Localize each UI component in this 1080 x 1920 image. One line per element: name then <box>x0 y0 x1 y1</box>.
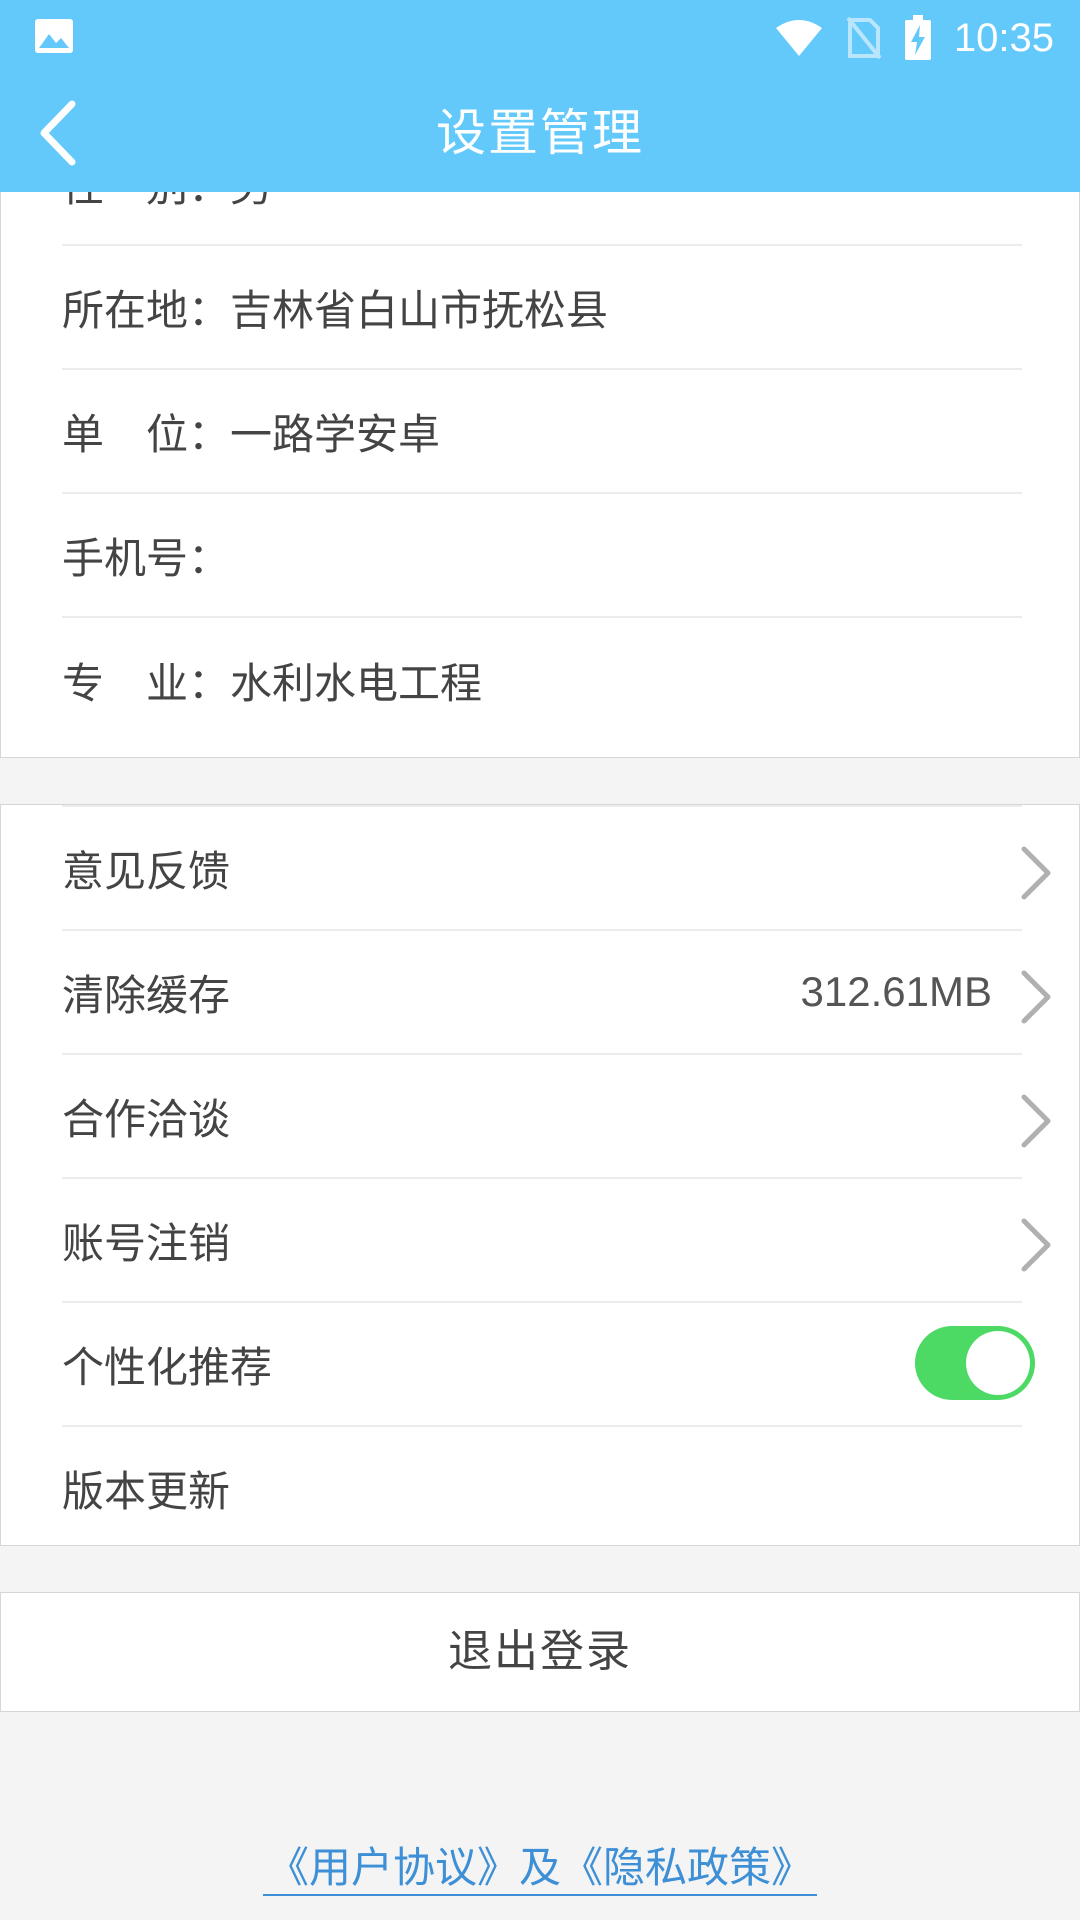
profile-label: 所在地： <box>62 285 231 335</box>
settings-item-label: 个性化推荐 <box>62 1342 273 1392</box>
back-arrow-icon <box>40 100 76 166</box>
settings-item-personalized-recommendation: 个性化推荐 <box>62 1301 1035 1425</box>
status-bar: 10:35 <box>0 0 1080 75</box>
profile-value: 一路学安卓 <box>230 409 441 459</box>
profile-row-location: 所在地： 吉林省白山市抚松县 <box>62 246 1022 370</box>
profile-row-gender: 性 别： 男 <box>62 192 1022 246</box>
profile-row-major: 专 业： 水利水电工程 <box>62 618 1022 742</box>
chevron-right-icon <box>1021 1094 1051 1148</box>
settings-item-version-update[interactable]: 版本更新 <box>62 1425 1022 1549</box>
image-icon <box>35 19 73 53</box>
logout-button[interactable]: 退出登录 <box>0 1592 1080 1712</box>
settings-item-delete-account[interactable]: 账号注销 <box>62 1177 1051 1301</box>
settings-item-label: 清除缓存 <box>62 970 231 1020</box>
profile-value: 吉林省白山市抚松县 <box>230 285 609 335</box>
back-button[interactable] <box>26 93 90 173</box>
settings-item-label: 合作洽谈 <box>62 1094 231 1144</box>
no-sim-icon <box>846 16 882 60</box>
settings-card: 意见反馈 清除缓存 312.61MB 合作洽谈 账号注销 个性化推荐 版本更新 <box>0 804 1080 1546</box>
chevron-right-icon <box>1021 1218 1051 1272</box>
policy-links: 《用户协议》及《隐私政策》 <box>0 1834 1080 1896</box>
toggle-knob <box>966 1331 1030 1395</box>
settings-item-label: 意见反馈 <box>62 846 231 896</box>
profile-label: 单 位： <box>62 409 231 459</box>
profile-label: 手机号： <box>62 533 231 583</box>
profile-row-organization: 单 位： 一路学安卓 <box>62 370 1022 494</box>
wifi-icon <box>775 20 822 56</box>
status-time: 10:35 <box>953 15 1054 60</box>
app-bar: 设置管理 <box>0 75 1080 192</box>
user-agreement-privacy-policy-link[interactable]: 《用户协议》及《隐私政策》 <box>262 1843 817 1896</box>
profile-label: 性 别： <box>62 192 230 214</box>
page-title: 设置管理 <box>436 104 644 162</box>
profile-label: 专 业： <box>62 658 231 708</box>
battery-charging-icon <box>904 15 931 60</box>
settings-item-label: 账号注销 <box>62 1218 231 1268</box>
chevron-right-icon <box>1021 970 1051 1024</box>
cache-size-value: 312.61MB <box>800 968 992 1015</box>
status-icons: 10:35 <box>774 8 1054 68</box>
personalized-recommendation-toggle[interactable] <box>915 1326 1035 1400</box>
profile-value: 水利水电工程 <box>230 658 483 708</box>
profile-row-phone: 手机号： <box>62 494 1022 618</box>
profile-value: 男 <box>230 192 272 214</box>
settings-item-cooperation[interactable]: 合作洽谈 <box>62 1053 1051 1177</box>
settings-item-feedback[interactable]: 意见反馈 <box>62 805 1051 929</box>
settings-item-clear-cache[interactable]: 清除缓存 312.61MB <box>62 929 1051 1053</box>
settings-item-label: 版本更新 <box>62 1466 231 1516</box>
profile-info-card: 性 别： 男 所在地： 吉林省白山市抚松县 单 位： 一路学安卓 手机号： 专 … <box>0 192 1080 758</box>
chevron-right-icon <box>1021 846 1051 900</box>
